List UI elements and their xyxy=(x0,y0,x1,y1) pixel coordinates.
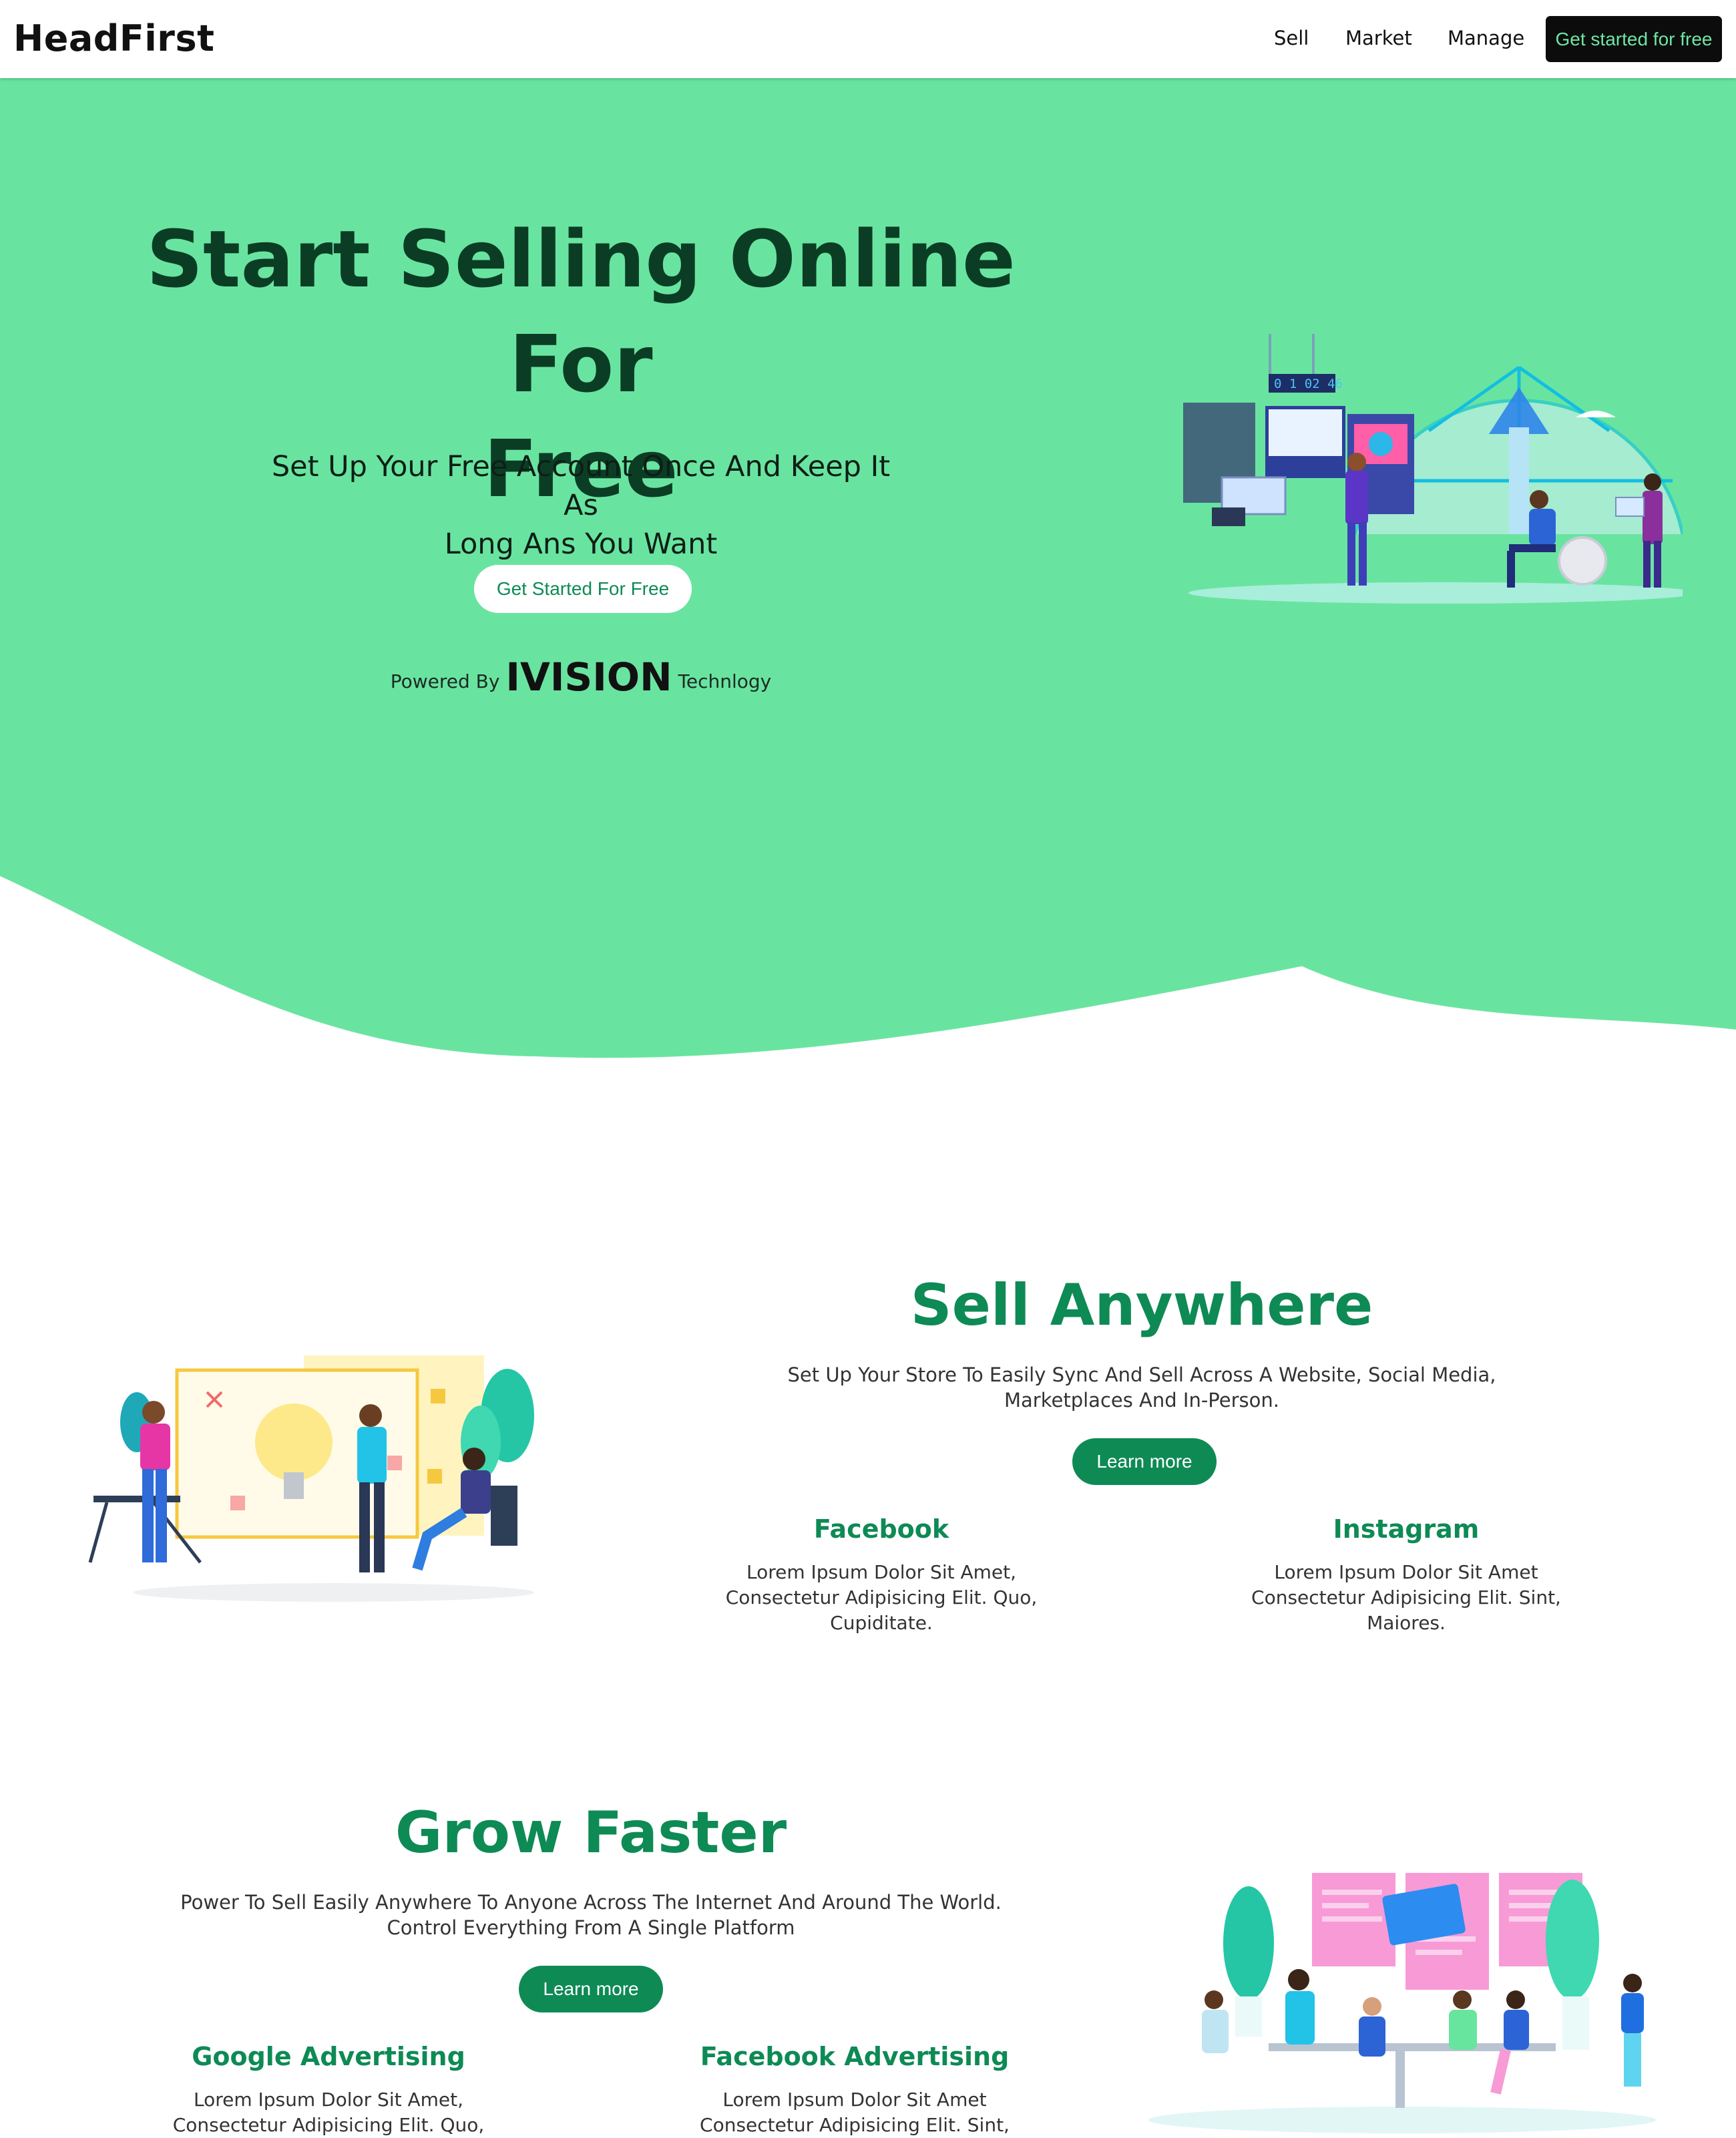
feature-facebook-advertising-title: Facebook Advertising xyxy=(700,2042,1010,2071)
grow-faster-illustration xyxy=(1148,1873,1656,2133)
brand-logo[interactable]: HeadFirst xyxy=(13,17,214,59)
feature-instagram-line3: Maiores. xyxy=(1367,1612,1446,1634)
get-started-header-button[interactable]: Get started for free xyxy=(1546,16,1722,62)
feature-facebook-text: Lorem Ipsum Dolor Sit Amet, Consectetur … xyxy=(694,1560,1068,1636)
feature-facebook-advertising-text: Lorem Ipsum Dolor Sit Amet Consectetur A… xyxy=(668,2087,1042,2138)
hero-subtitle-line1: Set Up Your Free Account Once And Keep I… xyxy=(271,450,891,522)
feature-google-advertising-line1: Lorem Ipsum Dolor Sit Amet, xyxy=(193,2089,464,2111)
get-started-hero-button[interactable]: Get Started For Free xyxy=(474,565,692,613)
sell-anywhere-title: Sell Anywhere xyxy=(910,1272,1373,1339)
sell-anywhere-description: Set Up Your Store To Easily Sync And Sel… xyxy=(761,1362,1522,1413)
feature-google-advertising-line2: Consectetur Adipisicing Elit. Quo, xyxy=(172,2114,485,2136)
grow-faster-learn-more-button[interactable]: Learn more xyxy=(519,1966,663,2012)
feature-facebook-line2: Consectetur Adipisicing Elit. Quo, xyxy=(725,1586,1038,1609)
feature-instagram-text: Lorem Ipsum Dolor Sit Amet Consectetur A… xyxy=(1219,1560,1593,1636)
feature-facebook-line3: Cupiditate. xyxy=(830,1612,933,1634)
hero-title-line1: Start Selling Online For xyxy=(146,213,1016,410)
feature-google-advertising-title: Google Advertising xyxy=(192,2042,465,2071)
hero-subtitle: Set Up Your Free Account Once And Keep I… xyxy=(254,447,908,564)
feature-google-advertising-text: Lorem Ipsum Dolor Sit Amet, Consectetur … xyxy=(142,2087,515,2138)
hero-subtitle-line2: Long Ans You Want xyxy=(444,527,718,561)
clock-display-text: 0 1 02 46 xyxy=(1274,377,1343,391)
powered-suffix: Technlogy xyxy=(678,670,772,692)
grow-faster-title: Grow Faster xyxy=(395,1799,787,1866)
feature-instagram-line2: Consectetur Adipisicing Elit. Sint, xyxy=(1251,1586,1561,1609)
nav-link-manage[interactable]: Manage xyxy=(1448,27,1524,49)
sell-anywhere-desc-line1: Set Up Your Store To Easily Sync And Sel… xyxy=(787,1363,1496,1386)
nav-link-market[interactable]: Market xyxy=(1345,27,1412,49)
feature-facebook-line1: Lorem Ipsum Dolor Sit Amet, xyxy=(746,1561,1017,1583)
sell-anywhere-desc-line2: Marketplaces And In-Person. xyxy=(1004,1389,1279,1412)
top-navbar: HeadFirst Sell Market Manage Get started… xyxy=(0,0,1736,78)
feature-instagram-title: Instagram xyxy=(1333,1514,1480,1544)
feature-instagram-line1: Lorem Ipsum Dolor Sit Amet xyxy=(1274,1561,1538,1583)
feature-facebook-advertising-line1: Lorem Ipsum Dolor Sit Amet xyxy=(722,2089,987,2111)
hero-illustration: 0 1 02 46 xyxy=(1183,334,1683,604)
powered-prefix: Powered By xyxy=(390,670,500,692)
powered-brand: IVISION xyxy=(505,654,672,700)
nav-link-sell[interactable]: Sell xyxy=(1274,27,1309,49)
sell-anywhere-learn-more-button[interactable]: Learn more xyxy=(1072,1438,1217,1485)
grow-faster-desc-line1: Power To Sell Easily Anywhere To Anyone … xyxy=(180,1891,1002,1914)
grow-faster-description: Power To Sell Easily Anywhere To Anyone … xyxy=(174,1890,1008,1940)
sell-anywhere-illustration xyxy=(88,1355,534,1602)
feature-facebook-title: Facebook xyxy=(813,1514,949,1544)
grow-faster-desc-line2: Control Everything From A Single Platfor… xyxy=(387,1916,795,1939)
feature-facebook-advertising-line2: Consectetur Adipisicing Elit. Sint, xyxy=(700,2114,1010,2136)
powered-by-line: Powered By IVISION Technlogy xyxy=(254,654,908,700)
